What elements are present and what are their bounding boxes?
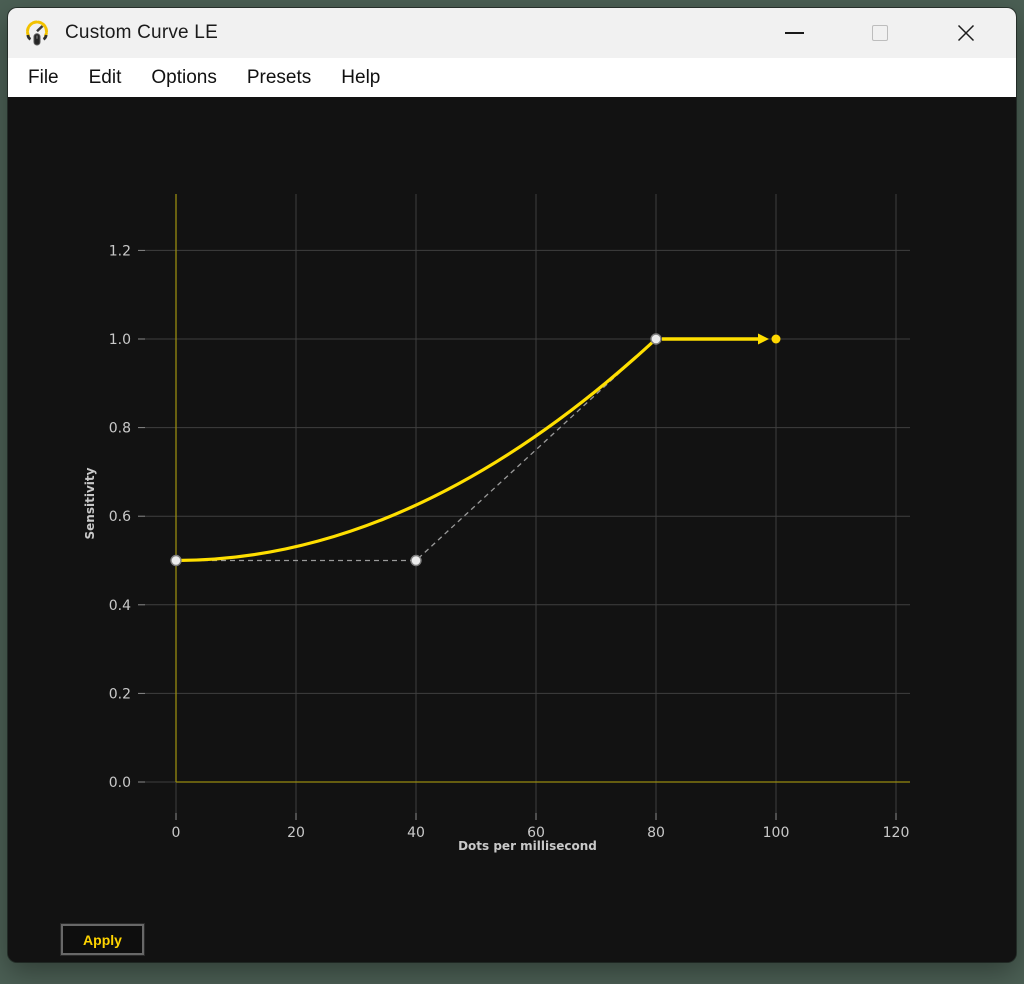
y-axis-label: Sensitivity: [83, 467, 97, 539]
x-tick-label: 40: [407, 825, 425, 841]
end-point-dot[interactable]: [771, 334, 781, 344]
y-tick-label: 1.0: [109, 332, 131, 348]
extension-arrow-head: [758, 333, 769, 345]
x-axis-label: Dots per millisecond: [458, 839, 597, 853]
curve-anchor-point[interactable]: [410, 554, 422, 567]
curve-anchor-point[interactable]: [650, 333, 662, 345]
curve-chart-canvas[interactable]: 0 20 40 60 80 100 1200.00.20.40.60.81.01.2Dots…: [0, 0, 1024, 984]
apply-button[interactable]: Apply: [60, 923, 145, 956]
x-tick-label: 0: [172, 825, 181, 841]
y-tick-label: 0.8: [109, 421, 131, 437]
x-tick-label: 100: [763, 825, 790, 841]
x-tick-label: 80: [647, 825, 665, 841]
y-tick-label: 0.2: [109, 686, 131, 702]
y-tick-label: 0.0: [109, 775, 131, 791]
y-tick-label: 0.6: [109, 509, 131, 525]
y-tick-label: 1.2: [109, 243, 131, 259]
x-tick-label: 20: [287, 825, 305, 841]
y-tick-label: 0.4: [109, 598, 131, 614]
x-tick-label: 120: [883, 825, 910, 841]
curve-anchor-point[interactable]: [170, 554, 182, 567]
